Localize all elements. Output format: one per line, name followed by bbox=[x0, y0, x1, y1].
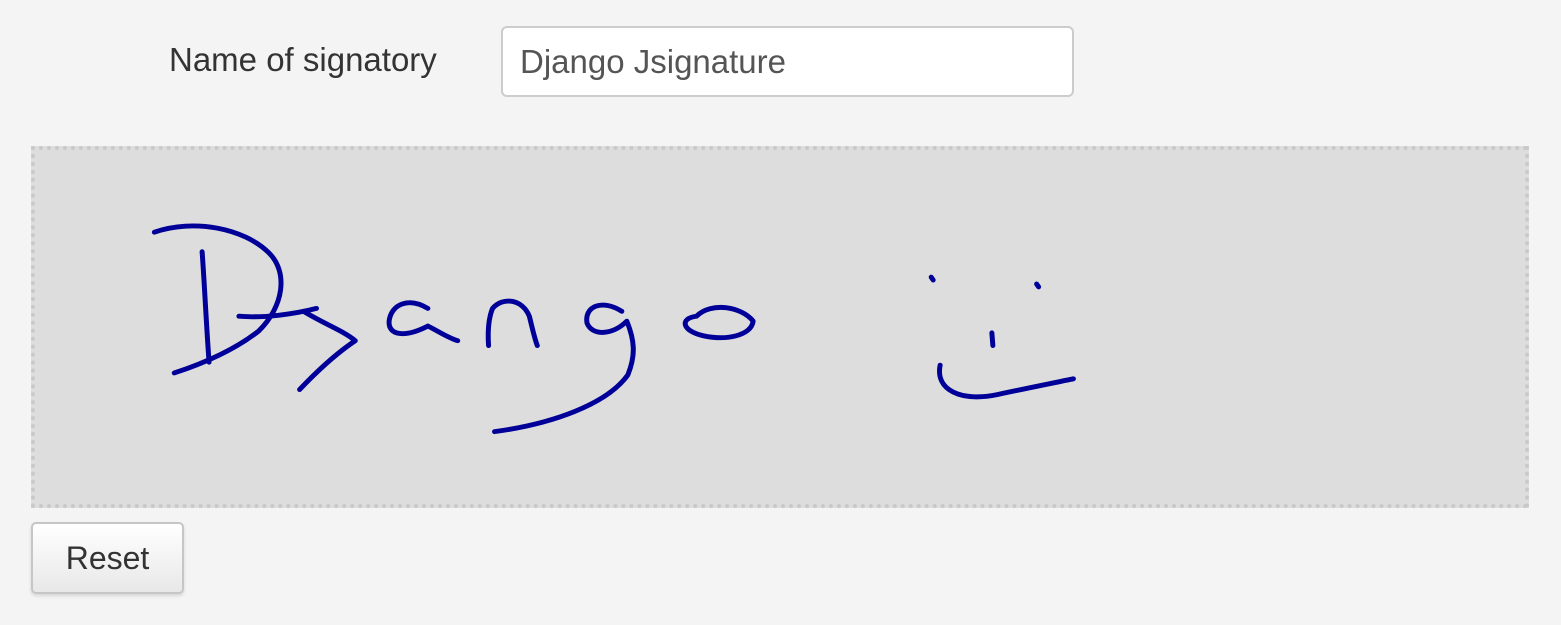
signature-pad[interactable] bbox=[31, 146, 1529, 508]
signature-drawing bbox=[151, 223, 1076, 435]
signature-stroke bbox=[937, 362, 1076, 400]
signature-stroke bbox=[1034, 281, 1042, 290]
signature-stroke bbox=[151, 223, 284, 376]
signature-stroke bbox=[989, 330, 996, 349]
reset-button[interactable]: Reset bbox=[31, 522, 184, 594]
signature-stroke bbox=[485, 298, 540, 349]
signature-stroke bbox=[928, 274, 936, 283]
signature-stroke bbox=[297, 308, 358, 393]
signatory-name-input[interactable] bbox=[501, 26, 1074, 97]
signature-stroke bbox=[682, 304, 756, 341]
signatory-form-row: Name of signatory bbox=[0, 0, 1561, 120]
signature-stroke bbox=[199, 249, 212, 365]
signature-stroke bbox=[492, 302, 636, 435]
name-of-signatory-label: Name of signatory bbox=[169, 41, 437, 78]
signature-stroke bbox=[386, 300, 461, 344]
